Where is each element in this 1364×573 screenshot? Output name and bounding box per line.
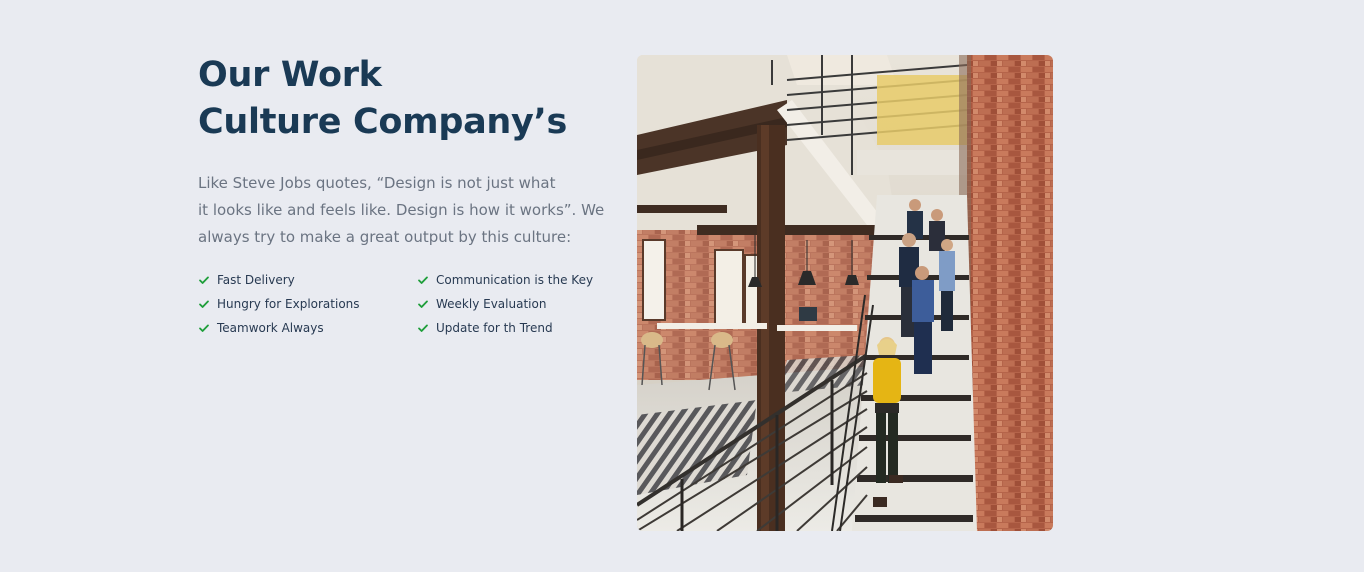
feature-label: Teamwork Always	[217, 321, 324, 335]
description-line-3: always try to make a great output by thi…	[198, 228, 572, 246]
check-icon	[418, 324, 428, 332]
description-line-1: Like Steve Jobs quotes, “Design is not j…	[198, 174, 556, 192]
description-line-2: it looks like and feels like. Design is …	[198, 201, 605, 219]
feature-label: Hungry for Explorations	[217, 297, 360, 311]
feature-label: Update for th Trend	[436, 321, 553, 335]
section-heading: Our Work Culture Company’s	[198, 52, 608, 146]
feature-list: Fast Delivery Communication is the Key H…	[198, 271, 608, 337]
heading-line-1: Our Work	[198, 55, 382, 95]
feature-item: Weekly Evaluation	[417, 295, 617, 313]
heading-line-2: Culture Company’s	[198, 102, 568, 142]
feature-label: Communication is the Key	[436, 273, 594, 287]
feature-item: Hungry for Explorations	[198, 295, 417, 313]
check-icon	[199, 300, 209, 308]
feature-item: Teamwork Always	[198, 319, 417, 337]
culture-text-column: Our Work Culture Company’s Like Steve Jo…	[198, 52, 608, 337]
work-culture-section: Our Work Culture Company’s Like Steve Jo…	[0, 0, 1364, 573]
check-icon	[199, 276, 209, 284]
feature-item: Update for th Trend	[417, 319, 617, 337]
check-icon	[418, 300, 428, 308]
feature-label: Weekly Evaluation	[436, 297, 547, 311]
office-staircase-photo	[637, 55, 1053, 531]
feature-label: Fast Delivery	[217, 273, 295, 287]
office-illustration	[637, 55, 1053, 531]
check-icon	[199, 324, 209, 332]
feature-item: Communication is the Key	[417, 271, 617, 289]
feature-item: Fast Delivery	[198, 271, 417, 289]
check-icon	[418, 276, 428, 284]
section-description: Like Steve Jobs quotes, “Design is not j…	[198, 170, 605, 251]
